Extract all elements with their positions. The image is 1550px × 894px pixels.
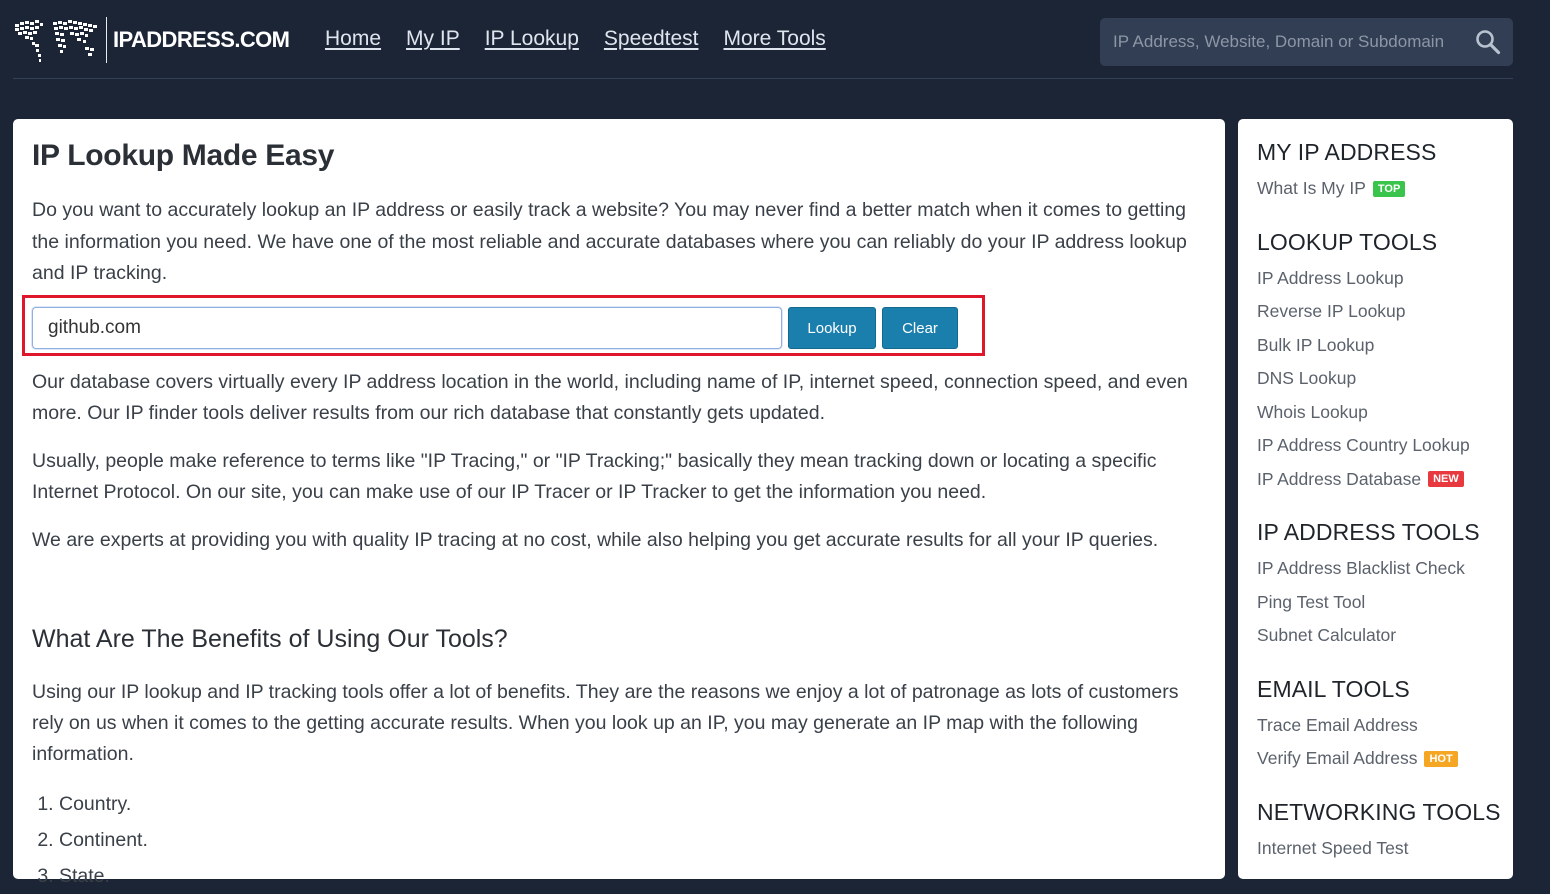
- logo-text: IPADDRESS.COM: [113, 27, 290, 52]
- sidebar-item-label: What Is My IP: [1257, 178, 1366, 199]
- sidebar-item-blacklist-check[interactable]: IP Address Blacklist Check: [1257, 552, 1513, 586]
- new-badge: NEW: [1428, 471, 1464, 488]
- sidebar: MY IP ADDRESS What Is My IP TOP LOOKUP T…: [1238, 119, 1513, 879]
- sidebar-section-my-ip: MY IP ADDRESS What Is My IP TOP: [1257, 137, 1513, 206]
- sidebar-section-ip-address-tools: IP ADDRESS TOOLS IP Address Blacklist Ch…: [1257, 517, 1513, 653]
- site-header: IPADDRESS.COM Home My IP IP Lookup Speed…: [13, 0, 1513, 79]
- hot-badge: HOT: [1424, 750, 1458, 767]
- main-nav: Home My IP IP Lookup Speedtest More Tool…: [325, 27, 851, 51]
- sidebar-item-label: Internet Speed Test: [1257, 837, 1409, 858]
- sidebar-item-reverse-ip-lookup[interactable]: Reverse IP Lookup: [1257, 295, 1513, 329]
- tracing-paragraph: Usually, people make reference to terms …: [32, 450, 1157, 503]
- sidebar-item-label: Ping Test Tool: [1257, 591, 1366, 612]
- logo-divider: [106, 17, 107, 63]
- sidebar-heading: EMAIL TOOLS: [1257, 675, 1410, 702]
- lookup-form: Lookup Clear: [22, 295, 985, 356]
- nav-home[interactable]: Home: [325, 27, 381, 51]
- sidebar-item-label: DNS Lookup: [1257, 368, 1357, 389]
- sidebar-item-verify-email[interactable]: Verify Email Address HOT: [1257, 742, 1513, 776]
- clear-button[interactable]: Clear: [882, 307, 958, 349]
- sidebar-item-label: IP Address Lookup: [1257, 267, 1404, 288]
- nav-speedtest[interactable]: Speedtest: [604, 27, 699, 51]
- sidebar-item-whois-lookup[interactable]: Whois Lookup: [1257, 396, 1513, 430]
- lookup-input[interactable]: [32, 307, 782, 349]
- main-content: IP Lookup Made Easy Do you want to accur…: [13, 119, 1225, 887]
- sidebar-item-label: Subnet Calculator: [1257, 625, 1397, 646]
- database-paragraph: Our database covers virtually every IP a…: [32, 371, 1188, 424]
- sidebar-item-label: Trace Email Address: [1257, 714, 1418, 735]
- sidebar-item-label: Reverse IP Lookup: [1257, 301, 1406, 322]
- sidebar-heading: NETWORKING TOOLS: [1257, 798, 1501, 825]
- sidebar-item-ip-country-lookup[interactable]: IP Address Country Lookup: [1257, 429, 1513, 463]
- world-map-icon: [15, 20, 97, 62]
- sidebar-heading: MY IP ADDRESS: [1257, 139, 1437, 165]
- lookup-button[interactable]: Lookup: [788, 307, 876, 349]
- nav-my-ip[interactable]: My IP: [406, 27, 460, 51]
- sidebar-heading: IP ADDRESS TOOLS: [1257, 519, 1480, 545]
- experts-paragraph: We are experts at providing you with qua…: [32, 529, 1159, 551]
- sidebar-item-what-is-my-ip[interactable]: What Is My IP TOP: [1257, 172, 1513, 206]
- header-search: [1100, 18, 1513, 66]
- site-logo[interactable]: IPADDRESS.COM: [13, 14, 290, 66]
- sidebar-item-label: Bulk IP Lookup: [1257, 334, 1375, 355]
- sidebar-item-ip-address-database[interactable]: IP Address Database NEW: [1257, 463, 1513, 497]
- sidebar-item-ping-test[interactable]: Ping Test Tool: [1257, 586, 1513, 620]
- sidebar-item-label: IP Address Blacklist Check: [1257, 558, 1465, 579]
- sidebar-section-email-tools: EMAIL TOOLS Trace Email Address Verify E…: [1257, 674, 1513, 776]
- sidebar-item-dns-lookup[interactable]: DNS Lookup: [1257, 362, 1513, 396]
- list-item: State.: [59, 858, 148, 894]
- nav-more-tools[interactable]: More Tools: [723, 27, 825, 51]
- benefits-paragraph: Using our IP lookup and IP tracking tool…: [32, 681, 1179, 765]
- nav-ip-lookup[interactable]: IP Lookup: [485, 27, 579, 51]
- sidebar-item-ip-address-lookup[interactable]: IP Address Lookup: [1257, 262, 1513, 296]
- header-search-input[interactable]: [1100, 18, 1470, 66]
- benefits-heading: What Are The Benefits of Using Our Tools…: [32, 625, 508, 653]
- sidebar-heading: LOOKUP TOOLS: [1257, 228, 1438, 255]
- sidebar-item-label: Verify Email Address: [1257, 748, 1418, 769]
- sidebar-item-subnet-calculator[interactable]: Subnet Calculator: [1257, 619, 1513, 653]
- search-icon[interactable]: [1475, 29, 1501, 55]
- sidebar-section-lookup-tools: LOOKUP TOOLS IP Address Lookup Reverse I…: [1257, 227, 1513, 497]
- page-title: IP Lookup Made Easy: [32, 139, 335, 172]
- sidebar-item-internet-speed-test[interactable]: Internet Speed Test: [1257, 832, 1513, 866]
- benefits-list: Country. Continent. State.: [32, 786, 148, 894]
- top-badge: TOP: [1372, 180, 1406, 197]
- sidebar-section-networking-tools: NETWORKING TOOLS Internet Speed Test: [1257, 797, 1513, 866]
- intro-paragraph: Do you want to accurately lookup an IP a…: [32, 199, 1187, 284]
- sidebar-item-trace-email[interactable]: Trace Email Address: [1257, 709, 1513, 743]
- sidebar-item-label: Whois Lookup: [1257, 401, 1368, 422]
- list-item: Continent.: [59, 822, 148, 858]
- list-item: Country.: [59, 786, 148, 822]
- sidebar-item-label: IP Address Database: [1257, 468, 1422, 489]
- sidebar-item-label: IP Address Country Lookup: [1257, 435, 1470, 456]
- sidebar-item-bulk-ip-lookup[interactable]: Bulk IP Lookup: [1257, 329, 1513, 363]
